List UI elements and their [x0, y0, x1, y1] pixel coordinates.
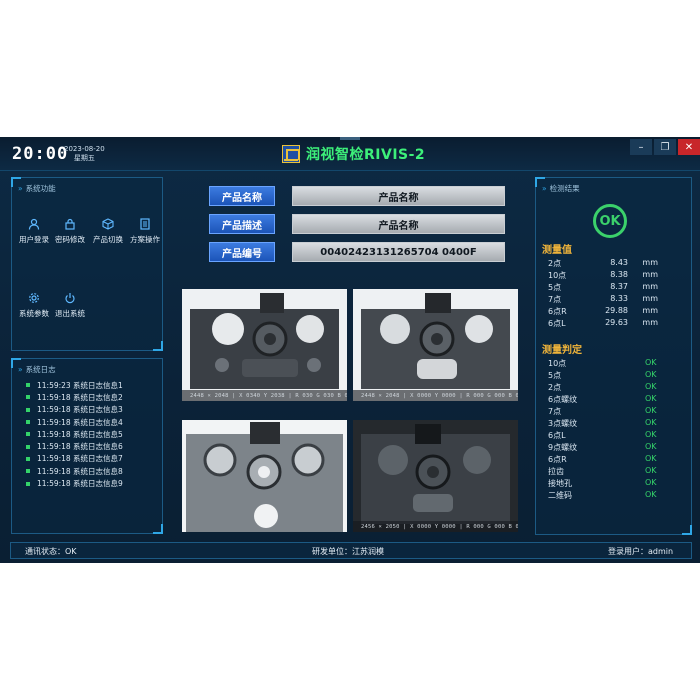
exit-system-button[interactable]: 退出系统 [50, 292, 90, 319]
lock-icon [65, 218, 75, 230]
product-code-field[interactable]: 00402423131265704 0400F [292, 242, 505, 262]
measure-title: 测量值 [542, 245, 572, 256]
judge-row: 接地孔 OK [548, 478, 657, 488]
product-name-label: 产品名称 [209, 186, 275, 206]
user-login-label: 用户登录 [19, 235, 49, 244]
log-entry: 11:59:18 系统日志信息6 [26, 440, 123, 452]
switch-product-button[interactable]: 产品切换 [88, 218, 128, 245]
product-desc-label: 产品描述 [209, 214, 275, 234]
judge-row: 6点螺纹 OK [548, 394, 657, 404]
judge-row: 二维码 OK [548, 490, 657, 500]
judge-row: 5点 OK [548, 370, 657, 380]
switch-product-label: 产品切换 [93, 235, 123, 244]
camera-view-2[interactable]: 2448 × 2048 | X 0000 Y 0000 | R 000 G 00… [353, 289, 518, 401]
judge-row: 6点R OK [548, 454, 657, 464]
log-entry: 11:59:18 系统日志信息3 [26, 404, 123, 416]
camera-view-4[interactable]: 2456 × 2050 | X 0000 Y 0000 | R 000 G 00… [353, 420, 518, 532]
measure-row: 10点 8.38 mm [548, 270, 658, 280]
minimize-icon[interactable]: – [630, 139, 652, 155]
change-password-label: 密码修改 [55, 235, 85, 244]
log-entry: 11:59:18 系统日志信息8 [26, 465, 123, 477]
title-bar: 20:00 2023-08-20 星期五 润视智检RIVIS-2 – ❐ ✕ [0, 137, 700, 171]
scheme-operation-button[interactable]: 方案操作 [125, 218, 165, 245]
brand: 润视智检RIVIS-2 [282, 143, 425, 165]
gear-icon [29, 293, 39, 303]
log-entry: 11:59:18 系统日志信息9 [26, 477, 123, 489]
restore-icon[interactable]: ❐ [654, 139, 676, 155]
login-user: 登录用户：admin [608, 547, 674, 556]
part-image [182, 420, 347, 532]
judge-row: 2点 OK [548, 382, 657, 392]
function-panel: » 系统功能 用户登录 密码修改 产品切换 方案操作 系统参数 退出系统 [11, 177, 163, 351]
result-panel-title: » 检测结果 [542, 184, 580, 193]
measure-row: 5点 8.37 mm [548, 282, 658, 292]
camera-view-3[interactable] [182, 420, 347, 532]
product-desc-field[interactable]: 产品名称 [292, 214, 505, 234]
function-panel-title: » 系统功能 [18, 184, 56, 193]
log-entry: 11:59:18 系统日志信息7 [26, 453, 123, 465]
camera-view-1[interactable]: 2448 × 2048 | X 0340 Y 2038 | R 030 G 03… [182, 289, 347, 401]
log-panel: » 系统日志 11:59:23 系统日志信息1 11:59:18 系统日志信息2 11… [11, 358, 163, 534]
document-icon [140, 218, 150, 230]
log-panel-title: » 系统日志 [18, 365, 56, 374]
main-window: 20:00 2023-08-20 星期五 润视智检RIVIS-2 – ❐ ✕ »… [0, 137, 700, 563]
judge-row: 7点 OK [548, 406, 657, 416]
status-bar: 通讯状态：OK 研发单位：江苏润模 登录用户：admin [10, 542, 692, 559]
system-params-label: 系统参数 [19, 309, 49, 318]
camera-info-1: 2448 × 2048 | X 0340 Y 2038 | R 030 G 03… [182, 390, 347, 401]
close-icon[interactable]: ✕ [678, 139, 700, 155]
power-icon [65, 293, 75, 304]
exit-system-label: 退出系统 [55, 309, 85, 318]
product-code-label: 产品编号 [209, 242, 275, 262]
log-entry: 11:59:18 系统日志信息4 [26, 416, 123, 428]
camera-info-4: 2456 × 2050 | X 0000 Y 0000 | R 000 G 00… [353, 521, 518, 532]
title-notch [340, 137, 360, 140]
product-name-field[interactable]: 产品名称 [292, 186, 505, 206]
change-password-button[interactable]: 密码修改 [50, 218, 90, 245]
part-image [353, 420, 518, 532]
logo-icon [282, 145, 300, 163]
measure-row: 6点L 29.63 mm [548, 318, 658, 328]
user-icon [28, 218, 40, 230]
judge-row: 10点 OK [548, 358, 657, 368]
log-entry: 11:59:18 系统日志信息2 [26, 391, 123, 403]
judge-title: 测量判定 [542, 345, 582, 356]
judge-row: 拉齿 OK [548, 466, 657, 476]
window-controls: – ❐ ✕ [630, 139, 700, 155]
date-display: 2023-08-20 星期五 [64, 145, 105, 163]
overall-result-badge: OK [593, 204, 627, 238]
app-title: 润视智检RIVIS-2 [306, 147, 426, 163]
measure-row: 2点 8.43 mm [548, 258, 658, 268]
part-image [353, 289, 518, 401]
scheme-operation-label: 方案操作 [130, 235, 160, 244]
log-entry: 11:59:23 系统日志信息1 [26, 379, 123, 391]
system-params-button[interactable]: 系统参数 [14, 292, 54, 319]
judge-row: 6点L OK [548, 430, 657, 440]
judge-row: 3点螺纹 OK [548, 418, 657, 428]
date-text: 2023-08-20 [64, 145, 105, 153]
measure-row: 7点 8.33 mm [548, 294, 658, 304]
judge-row: 9点螺纹 OK [548, 442, 657, 452]
developer-label: 研发单位：江苏润模 [312, 547, 384, 556]
log-entry: 11:59:18 系统日志信息5 [26, 428, 123, 440]
weekday-text: 星期五 [73, 154, 95, 162]
cube-icon [102, 218, 114, 230]
clock: 20:00 [12, 144, 69, 164]
log-list: 11:59:23 系统日志信息1 11:59:18 系统日志信息2 11:59:18… [26, 379, 123, 490]
measure-row: 6点R 29.88 mm [548, 306, 658, 316]
user-login-button[interactable]: 用户登录 [14, 218, 54, 245]
camera-info-2: 2448 × 2048 | X 0000 Y 0000 | R 000 G 00… [353, 390, 518, 401]
comm-status: 通讯状态：OK [25, 547, 77, 556]
part-image [182, 289, 347, 401]
